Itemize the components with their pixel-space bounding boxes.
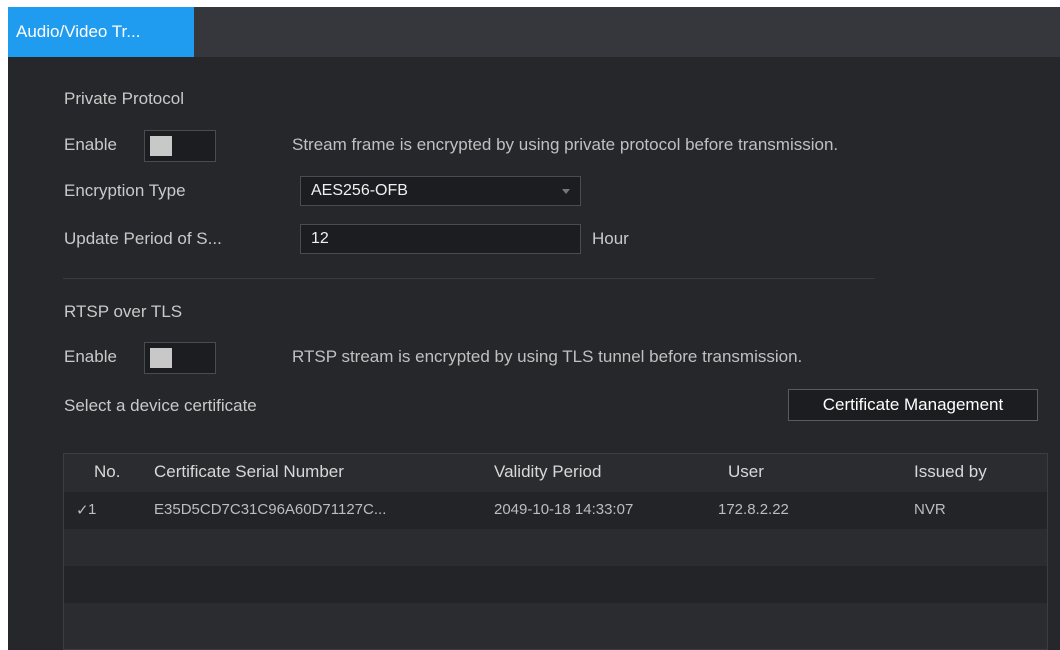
column-header-issued-by: Issued by [914, 462, 987, 481]
rtsp-tls-enable-label: Enable [64, 347, 117, 366]
private-protocol-enable-toggle[interactable] [144, 130, 216, 162]
encryption-type-value: AES256-OFB [311, 182, 408, 199]
row-serial: E35D5CD7C31C96A60D71127C... [154, 501, 387, 518]
column-header-validity: Validity Period [494, 462, 602, 481]
row-user: 172.8.2.22 [718, 501, 789, 518]
table-row-empty [64, 566, 1047, 603]
select-certificate-label: Select a device certificate [64, 396, 257, 415]
private-protocol-title: Private Protocol [64, 89, 184, 108]
private-protocol-enable-label: Enable [64, 135, 117, 154]
table-row-empty [64, 603, 1047, 640]
toggle-knob [150, 348, 172, 368]
column-header-serial: Certificate Serial Number [154, 462, 344, 481]
row-check-icon[interactable]: ✓ [76, 501, 89, 519]
tab-bar: Audio/Video Tr... [8, 7, 1060, 57]
section-divider [63, 278, 875, 279]
content-panel: Private Protocol Enable Stream frame is … [8, 57, 1060, 650]
update-period-label: Update Period of S... [64, 229, 222, 248]
column-header-no: No. [94, 462, 121, 481]
table-header: No. Certificate Serial Number Validity P… [64, 454, 1047, 492]
certificate-management-button[interactable]: Certificate Management [788, 389, 1038, 421]
table-row[interactable]: ✓ 1 E35D5CD7C31C96A60D71127C... 2049-10-… [64, 492, 1047, 529]
update-period-unit: Hour [592, 229, 629, 248]
settings-window: Audio/Video Tr... Private Protocol Enabl… [8, 7, 1060, 650]
row-validity: 2049-10-18 14:33:07 [494, 501, 634, 518]
rtsp-tls-enable-toggle[interactable] [144, 342, 216, 374]
update-period-input[interactable] [300, 224, 581, 254]
encryption-type-select[interactable]: AES256-OFB [300, 176, 581, 206]
certificate-table: No. Certificate Serial Number Validity P… [63, 453, 1048, 650]
rtsp-tls-title: RTSP over TLS [64, 302, 183, 321]
table-row-empty [64, 529, 1047, 566]
encryption-type-label: Encryption Type [64, 181, 186, 200]
chevron-down-icon [562, 189, 570, 194]
row-no: 1 [88, 501, 97, 518]
toggle-knob [150, 136, 172, 156]
tab-audio-video-transmission[interactable]: Audio/Video Tr... [8, 7, 194, 57]
rtsp-tls-description: RTSP stream is encrypted by using TLS tu… [292, 347, 803, 366]
row-issued-by: NVR [914, 501, 946, 518]
column-header-user: User [728, 462, 764, 481]
private-protocol-description: Stream frame is encrypted by using priva… [292, 135, 839, 154]
